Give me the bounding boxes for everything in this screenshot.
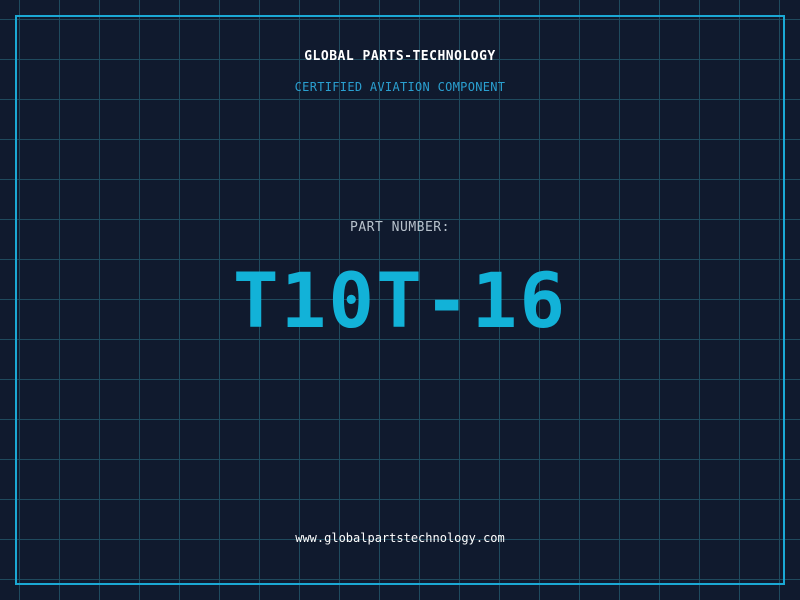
company-name: GLOBAL PARTS-TECHNOLOGY xyxy=(304,49,496,64)
website-url: www.globalpartstechnology.com xyxy=(295,531,505,545)
part-number-value: T10T-16 xyxy=(232,256,568,345)
label-card: GLOBAL PARTS-TECHNOLOGY CERTIFIED AVIATI… xyxy=(0,0,800,600)
certification-tagline: CERTIFIED AVIATION COMPONENT xyxy=(294,80,506,94)
part-number-label: PART NUMBER: xyxy=(350,220,450,235)
